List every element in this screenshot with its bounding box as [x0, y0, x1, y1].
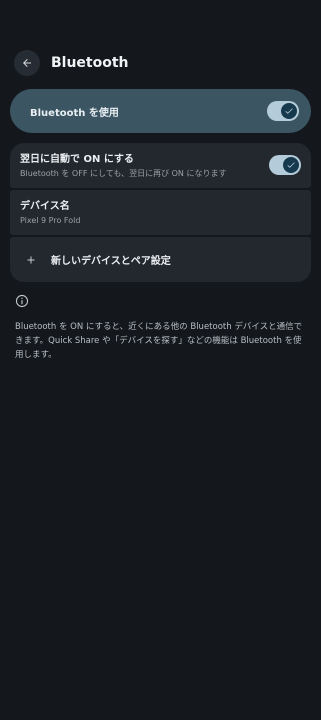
- device-name-title: デバイス名: [20, 201, 70, 212]
- top-app-bar: Bluetooth: [14, 50, 129, 76]
- check-icon: [287, 162, 295, 168]
- auto-on-row[interactable]: 翌日に自動で ON にする Bluetooth を OFF にしても、翌日に再び…: [10, 143, 311, 188]
- toggle-thumb: [283, 157, 299, 173]
- toggle-thumb: [281, 103, 297, 119]
- device-name-row[interactable]: デバイス名 Pixel 9 Pro Fold: [10, 190, 311, 235]
- back-button[interactable]: [14, 50, 40, 76]
- bluetooth-master-toggle[interactable]: [267, 101, 299, 121]
- check-icon: [285, 108, 293, 114]
- plus-icon: [24, 253, 38, 267]
- pair-new-device-label: 新しいデバイスとペア設定: [51, 256, 171, 267]
- info-description: Bluetooth を ON にすると、近くにある他の Bluetooth デバ…: [15, 322, 303, 360]
- page-title: Bluetooth: [51, 55, 129, 71]
- auto-on-subtitle: Bluetooth を OFF にしても、翌日に再び ON になります: [20, 169, 227, 178]
- bluetooth-master-label: Bluetooth を使用: [30, 107, 119, 119]
- arrow-left-icon: [23, 59, 31, 67]
- auto-on-title: 翌日に自動で ON にする: [20, 154, 134, 165]
- bluetooth-master-switch-row[interactable]: Bluetooth を使用: [10, 89, 311, 133]
- device-name-value: Pixel 9 Pro Fold: [20, 216, 81, 225]
- auto-on-toggle[interactable]: [269, 155, 301, 175]
- pair-new-device-row[interactable]: 新しいデバイスとペア設定: [10, 237, 311, 282]
- info-icon: [15, 294, 29, 308]
- settings-group: 翌日に自動で ON にする Bluetooth を OFF にしても、翌日に再び…: [10, 143, 311, 284]
